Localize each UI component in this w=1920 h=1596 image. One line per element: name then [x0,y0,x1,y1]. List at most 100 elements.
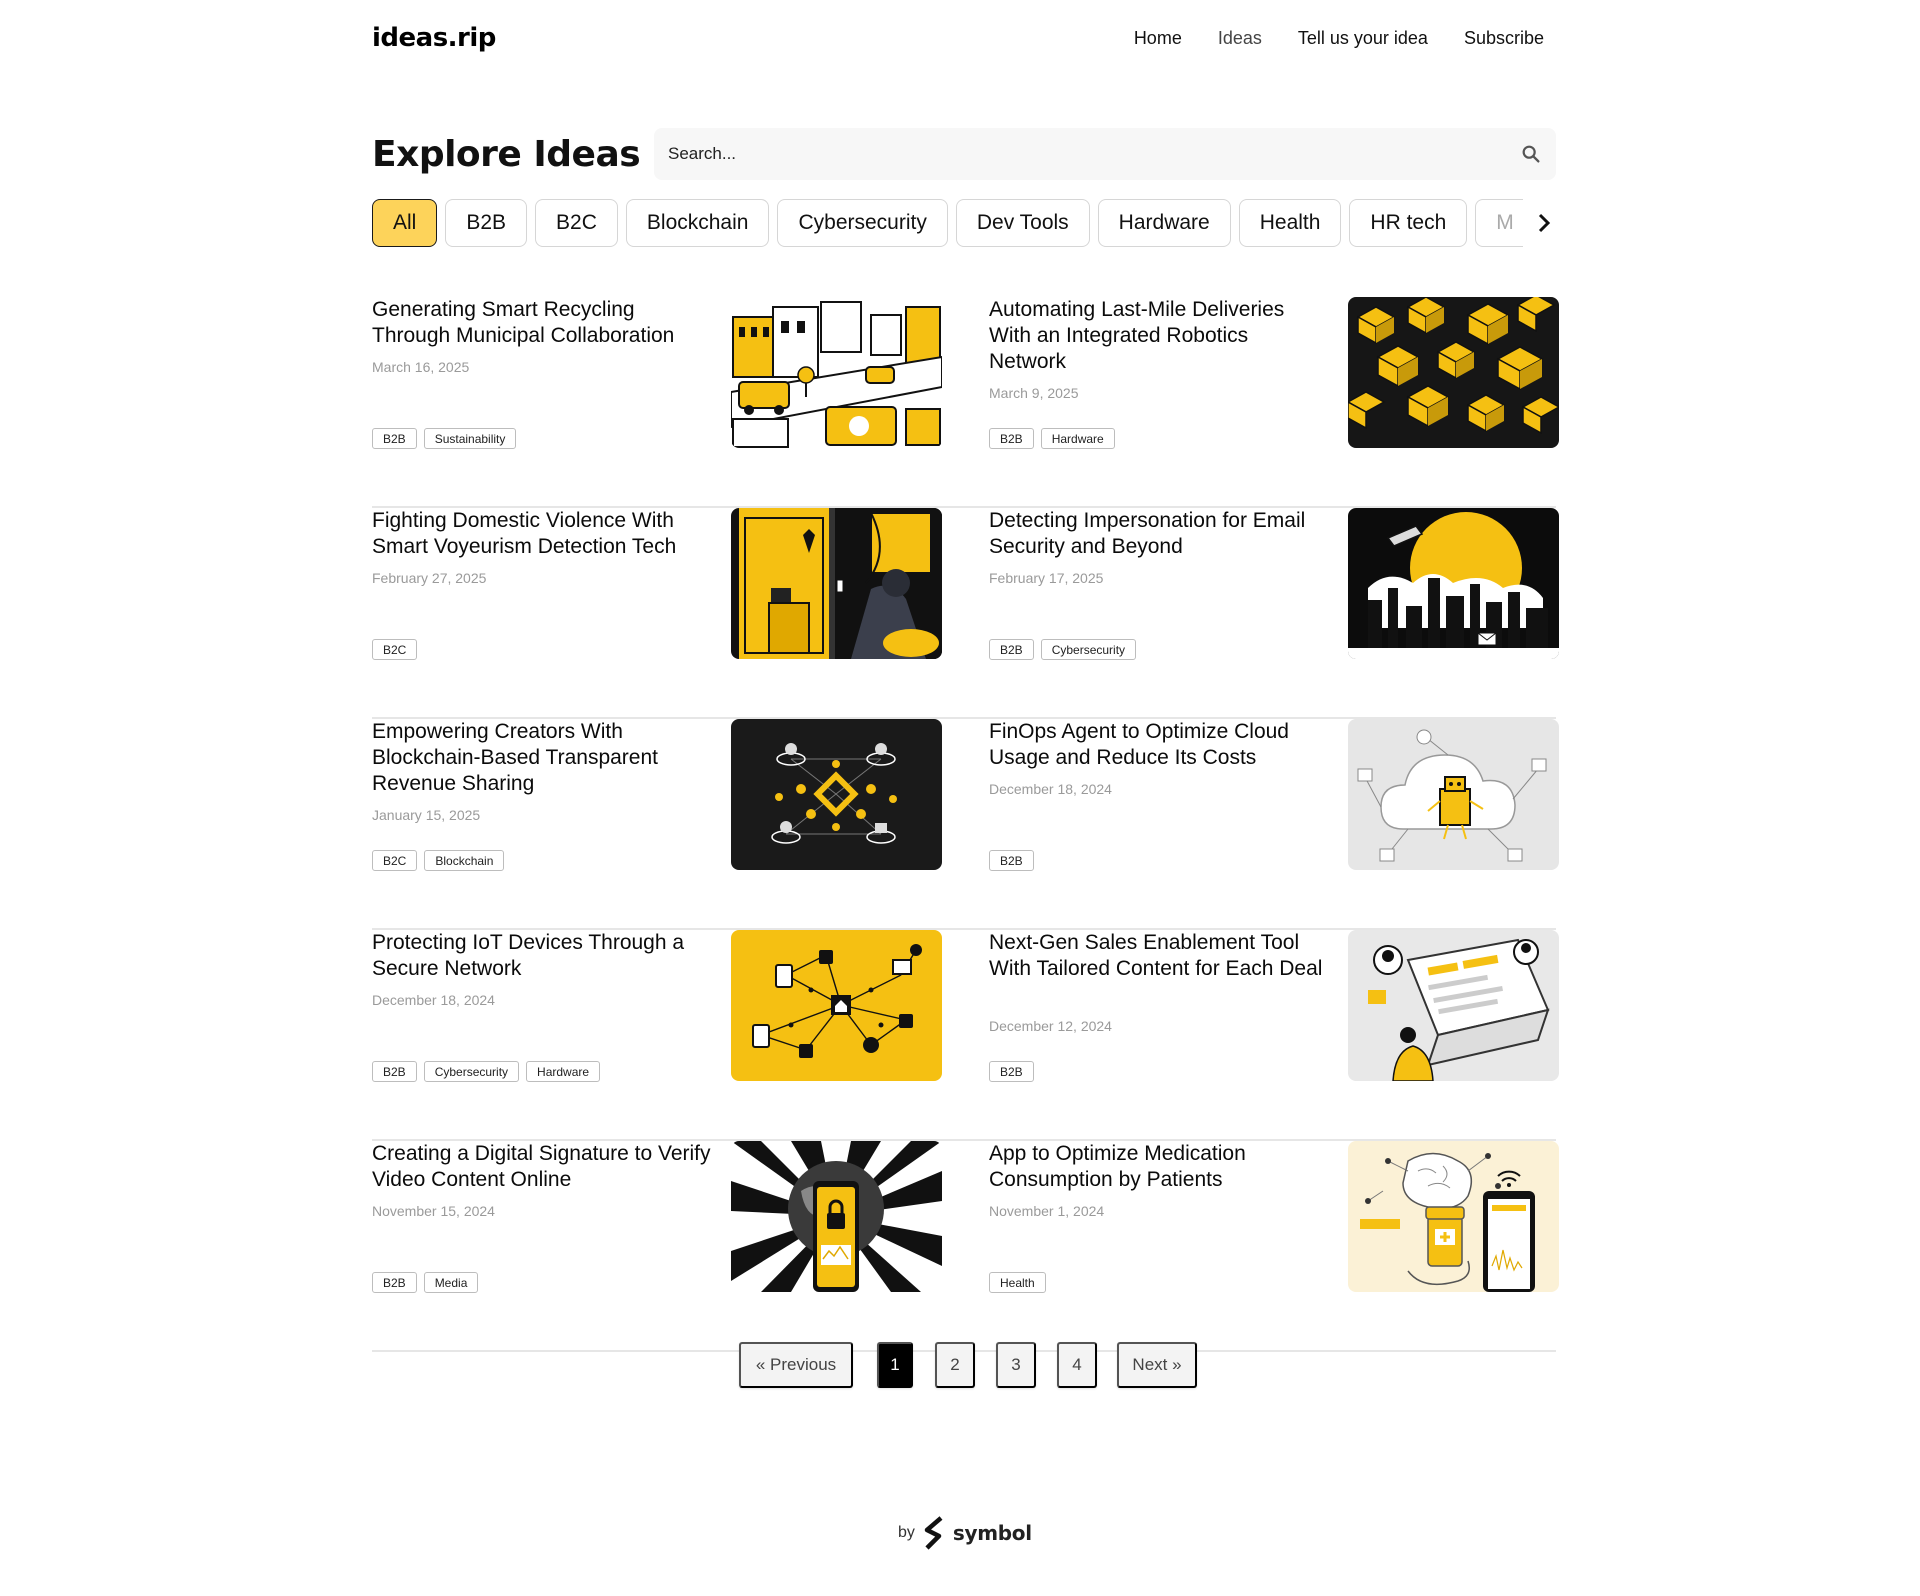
symbol-logo-icon [924,1516,943,1550]
tag[interactable]: Cybersecurity [423,1061,520,1082]
idea-date: March 16, 2025 [372,359,470,375]
tag[interactable]: B2C [372,850,418,871]
idea-card[interactable]: Generating Smart Recycling Through Munic… [372,297,942,449]
tag[interactable]: B2B [989,850,1034,871]
tag[interactable]: Hardware [1040,428,1115,449]
pagination-next[interactable]: Next » [1117,1342,1197,1388]
idea-thumbnail[interactable] [731,1141,942,1292]
city-surveillance-illustration [1348,508,1559,659]
idea-title[interactable]: Generating Smart Recycling Through Munic… [372,297,712,349]
search-icon[interactable] [1520,143,1542,165]
filter-hr-tech[interactable]: HR tech [1349,199,1468,247]
idea-card[interactable]: Next-Gen Sales Enablement Tool With Tail… [989,930,1559,1082]
blockchain-network-illustration [731,719,942,870]
ideas-row: Fighting Domestic Violence With Smart Vo… [372,508,1559,719]
idea-card[interactable]: Automating Last-Mile Deliveries With an … [989,297,1559,449]
idea-thumbnail[interactable] [731,297,942,448]
idea-date: January 15, 2025 [372,807,481,823]
idea-tags: B2B Hardware [989,428,1115,449]
filter-cybersecurity[interactable]: Cybersecurity [777,199,948,247]
idea-tags: B2B Sustainability [372,428,517,449]
pagination-previous[interactable]: « Previous [739,1342,853,1388]
idea-card[interactable]: FinOps Agent to Optimize Cloud Usage and… [989,719,1559,871]
tag[interactable]: Media [423,1272,479,1293]
filter-blockchain[interactable]: Blockchain [625,199,770,247]
idea-thumbnail[interactable] [1348,719,1559,870]
idea-thumbnail[interactable] [731,930,942,1081]
idea-title[interactable]: Fighting Domestic Violence With Smart Vo… [372,508,712,560]
filter-scroll-right[interactable] [1532,199,1556,247]
tag[interactable]: B2C [372,639,418,660]
page-title: Explore Ideas [372,133,641,175]
pagination-page-1[interactable]: 1 [877,1342,913,1388]
idea-title[interactable]: Next-Gen Sales Enablement Tool With Tail… [989,930,1329,982]
idea-thumbnail[interactable] [731,508,942,659]
filter-b2c[interactable]: B2C [535,199,618,247]
site-logo[interactable]: ideas.rip [372,23,496,53]
filter-hardware[interactable]: Hardware [1097,199,1231,247]
idea-thumbnail[interactable] [1348,930,1559,1081]
idea-thumbnail[interactable] [731,719,942,870]
tag[interactable]: Blockchain [424,850,505,871]
tag[interactable]: Sustainability [423,428,517,449]
tag[interactable]: Health [989,1272,1046,1293]
tag[interactable]: B2B [372,428,417,449]
search-input[interactable] [668,144,1520,164]
tag[interactable]: Hardware [526,1061,601,1082]
ideas-row: Protecting IoT Devices Through a Secure … [372,930,1559,1141]
footer-credit[interactable]: by symbol [898,1516,1032,1550]
filter-all[interactable]: All [372,199,438,247]
tag[interactable]: B2B [989,428,1034,449]
idea-title[interactable]: Creating a Digital Signature to Verify V… [372,1141,712,1193]
phone-lock-illustration [731,1141,942,1292]
nav-subscribe[interactable]: Subscribe [1464,28,1544,49]
idea-date: December 18, 2024 [372,992,495,1008]
explore-header: Explore Ideas [372,128,1556,180]
tag[interactable]: B2B [372,1272,417,1293]
tag[interactable]: B2B [372,1061,417,1082]
idea-title[interactable]: Protecting IoT Devices Through a Secure … [372,930,712,982]
idea-title[interactable]: Automating Last-Mile Deliveries With an … [989,297,1329,375]
idea-tags: B2B [989,850,1034,871]
nav-tell-us-your-idea[interactable]: Tell us your idea [1298,28,1428,49]
tag[interactable]: B2B [989,639,1034,660]
city-recycling-illustration [731,297,942,448]
filter-more-partial[interactable]: M [1475,199,1524,247]
idea-title[interactable]: FinOps Agent to Optimize Cloud Usage and… [989,719,1329,771]
search-box[interactable] [654,128,1556,180]
ideas-grid: Generating Smart Recycling Through Munic… [372,297,1559,1352]
pagination-page-3[interactable]: 3 [996,1342,1036,1388]
nav-home[interactable]: Home [1134,28,1182,49]
main-nav: Home Ideas Tell us your idea Subscribe [1134,28,1556,49]
idea-date: March 9, 2025 [989,385,1079,401]
tag[interactable]: B2B [989,1061,1034,1082]
idea-title[interactable]: App to Optimize Medication Consumption b… [989,1141,1329,1193]
idea-thumbnail[interactable] [1348,297,1559,448]
idea-card[interactable]: Fighting Domestic Violence With Smart Vo… [372,508,942,660]
idea-date: February 17, 2025 [989,570,1104,586]
idea-card[interactable]: App to Optimize Medication Consumption b… [989,1141,1559,1293]
idea-title[interactable]: Detecting Impersonation for Email Securi… [989,508,1329,560]
pagination-page-2[interactable]: 2 [935,1342,975,1388]
filter-health[interactable]: Health [1238,199,1342,247]
idea-thumbnail[interactable] [1348,1141,1559,1292]
tag[interactable]: Cybersecurity [1040,639,1137,660]
idea-thumbnail[interactable] [1348,508,1559,659]
idea-card[interactable]: Empowering Creators With Blockchain-Base… [372,719,942,871]
idea-date: November 1, 2024 [989,1203,1105,1219]
idea-tags: B2B [989,1061,1034,1082]
nav-ideas[interactable]: Ideas [1218,28,1262,49]
filter-b2b[interactable]: B2B [445,199,528,247]
idea-date: February 27, 2025 [372,570,487,586]
idea-card[interactable]: Protecting IoT Devices Through a Secure … [372,930,942,1082]
idea-tags: B2B Cybersecurity [989,639,1137,660]
robotic-delivery-grid-illustration [1348,297,1559,448]
idea-tags: Health [989,1272,1046,1293]
pagination-page-4[interactable]: 4 [1057,1342,1097,1388]
filter-dev-tools[interactable]: Dev Tools [955,199,1090,247]
idea-card[interactable]: Creating a Digital Signature to Verify V… [372,1141,942,1293]
idea-card[interactable]: Detecting Impersonation for Email Securi… [989,508,1559,660]
cloud-robot-illustration [1348,719,1559,870]
ideas-row: Creating a Digital Signature to Verify V… [372,1141,1559,1352]
idea-title[interactable]: Empowering Creators With Blockchain-Base… [372,719,712,797]
